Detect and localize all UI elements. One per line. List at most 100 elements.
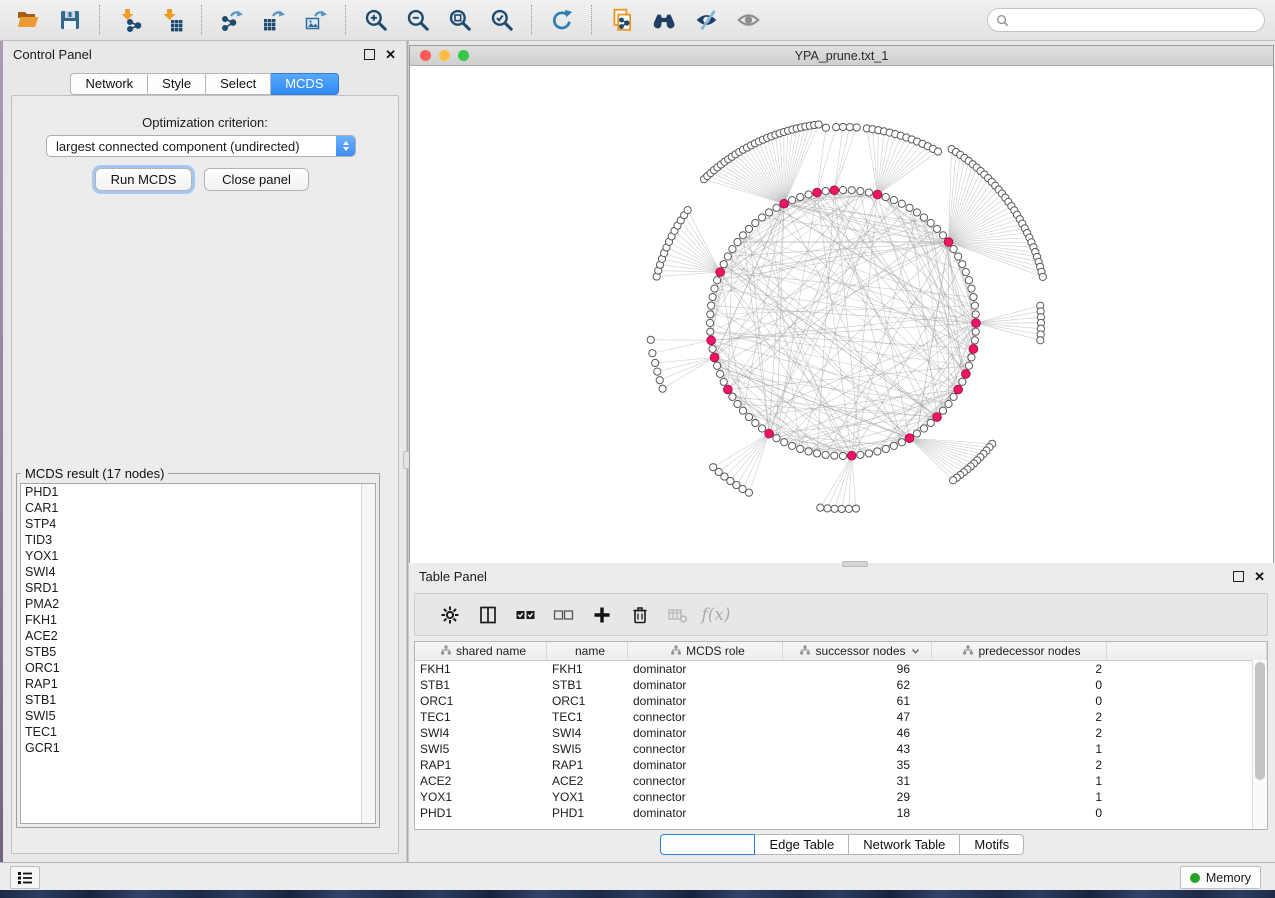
table-cell[interactable]: 0 <box>932 678 1107 692</box>
network-node[interactable] <box>724 253 731 260</box>
network-node[interactable] <box>968 285 975 292</box>
network-graph[interactable] <box>410 66 1273 563</box>
table-cell[interactable]: SWI4 <box>547 726 628 740</box>
network-node[interactable] <box>939 232 946 239</box>
tab-mcds[interactable]: MCDS <box>271 73 338 95</box>
table-cell[interactable]: 18 <box>783 806 932 820</box>
network-node[interactable] <box>739 232 746 239</box>
import-network-icon[interactable] <box>112 4 148 36</box>
network-node[interactable] <box>711 285 718 292</box>
network-node[interactable] <box>920 214 927 221</box>
network-node[interactable] <box>927 219 934 226</box>
network-node[interactable] <box>739 407 746 414</box>
table-cell[interactable]: 29 <box>783 790 932 804</box>
network-node[interactable] <box>972 311 979 318</box>
mcds-node[interactable] <box>873 190 882 199</box>
network-node[interactable] <box>950 477 957 484</box>
table-cell[interactable]: 1 <box>932 774 1107 788</box>
network-node[interactable] <box>933 225 940 232</box>
tab-style[interactable]: Style <box>148 73 206 95</box>
mcds-result-item[interactable]: FKH1 <box>21 612 375 628</box>
column-header-name[interactable]: name <box>547 642 628 660</box>
mcds-result-item[interactable]: STB5 <box>21 644 375 660</box>
network-node[interactable] <box>713 277 720 284</box>
table-cell[interactable]: SWI4 <box>415 726 547 740</box>
table-row[interactable]: ORC1ORC1dominator610 <box>415 693 1267 709</box>
network-node[interactable] <box>822 124 829 131</box>
table-cell[interactable]: 96 <box>783 662 932 676</box>
network-node[interactable] <box>758 214 765 221</box>
network-node[interactable] <box>965 362 972 369</box>
table-cell[interactable]: dominator <box>628 758 783 772</box>
table-scrollbar-thumb[interactable] <box>1255 662 1265 780</box>
table-cell[interactable]: connector <box>628 790 783 804</box>
column-header-shared-name[interactable]: shared name <box>415 642 547 660</box>
network-node[interactable] <box>710 464 717 471</box>
network-node[interactable] <box>831 505 838 512</box>
float-panel-icon[interactable] <box>364 49 375 60</box>
table-row[interactable]: TEC1TEC1connector472 <box>415 709 1267 725</box>
export-table-icon[interactable] <box>256 4 292 36</box>
table-row[interactable]: PHD1PHD1dominator180 <box>415 805 1267 821</box>
table-cell[interactable]: YOX1 <box>547 790 628 804</box>
table-cell[interactable]: FKH1 <box>547 662 628 676</box>
task-history-button[interactable] <box>10 866 40 889</box>
optimization-criterion-select[interactable]: largest connected component (undirected) <box>46 135 356 157</box>
network-node[interactable] <box>890 197 897 204</box>
mcds-node[interactable] <box>765 429 774 438</box>
network-node[interactable] <box>684 207 691 214</box>
table-cell[interactable]: ACE2 <box>547 774 628 788</box>
float-table-panel-icon[interactable] <box>1233 571 1244 582</box>
table-cell[interactable]: dominator <box>628 678 783 692</box>
network-node[interactable] <box>717 370 724 377</box>
network-node[interactable] <box>766 209 773 216</box>
network-node[interactable] <box>971 302 978 309</box>
table-cell[interactable]: 31 <box>783 774 932 788</box>
table-cell[interactable]: TEC1 <box>547 710 628 724</box>
window-minimize-traffic-light[interactable] <box>439 50 450 61</box>
export-image-icon[interactable] <box>298 4 334 36</box>
network-node[interactable] <box>927 419 934 426</box>
network-node[interactable] <box>659 385 666 392</box>
table-cell[interactable]: dominator <box>628 806 783 820</box>
tab-motifs[interactable]: Motifs <box>960 834 1024 855</box>
mcds-result-item[interactable]: STP4 <box>21 516 375 532</box>
mcds-result-item[interactable]: TID3 <box>21 532 375 548</box>
mcds-result-item[interactable]: STB1 <box>21 692 375 708</box>
network-node[interactable] <box>831 452 838 459</box>
network-node[interactable] <box>720 261 727 268</box>
table-cell[interactable]: 0 <box>932 806 1107 820</box>
network-node[interactable] <box>773 435 780 442</box>
network-node[interactable] <box>709 293 716 300</box>
network-node[interactable] <box>839 186 846 193</box>
network-node[interactable] <box>950 393 957 400</box>
mcds-node[interactable] <box>707 336 716 345</box>
save-session-icon[interactable] <box>52 4 88 36</box>
mcds-result-item[interactable]: PHD1 <box>21 484 375 500</box>
table-panel-grip[interactable] <box>842 561 868 567</box>
table-cell[interactable]: dominator <box>628 726 783 740</box>
table-cell[interactable]: 35 <box>783 758 932 772</box>
network-node[interactable] <box>950 246 957 253</box>
table-cell[interactable]: STB1 <box>547 678 628 692</box>
network-node[interactable] <box>874 448 881 455</box>
mcds-node[interactable] <box>962 370 971 379</box>
network-node[interactable] <box>852 505 859 512</box>
mcds-result-item[interactable]: TEC1 <box>21 724 375 740</box>
table-cell[interactable]: YOX1 <box>415 790 547 804</box>
table-cell[interactable]: 2 <box>932 662 1107 676</box>
network-node[interactable] <box>729 393 736 400</box>
mcds-node[interactable] <box>954 385 963 394</box>
select-all-rows-icon[interactable] <box>507 597 545 633</box>
mcds-result-item[interactable]: SWI5 <box>21 708 375 724</box>
table-row[interactable]: YOX1YOX1connector291 <box>415 789 1267 805</box>
network-node[interactable] <box>805 191 812 198</box>
network-node[interactable] <box>734 238 741 245</box>
table-cell[interactable]: RAP1 <box>415 758 547 772</box>
table-cell[interactable]: SWI5 <box>415 742 547 756</box>
table-mode-gear-icon[interactable] <box>431 597 469 633</box>
network-node[interactable] <box>813 450 820 457</box>
network-node[interactable] <box>934 148 941 155</box>
table-cell[interactable]: ORC1 <box>547 694 628 708</box>
close-panel-button[interactable]: Close panel <box>204 168 309 191</box>
